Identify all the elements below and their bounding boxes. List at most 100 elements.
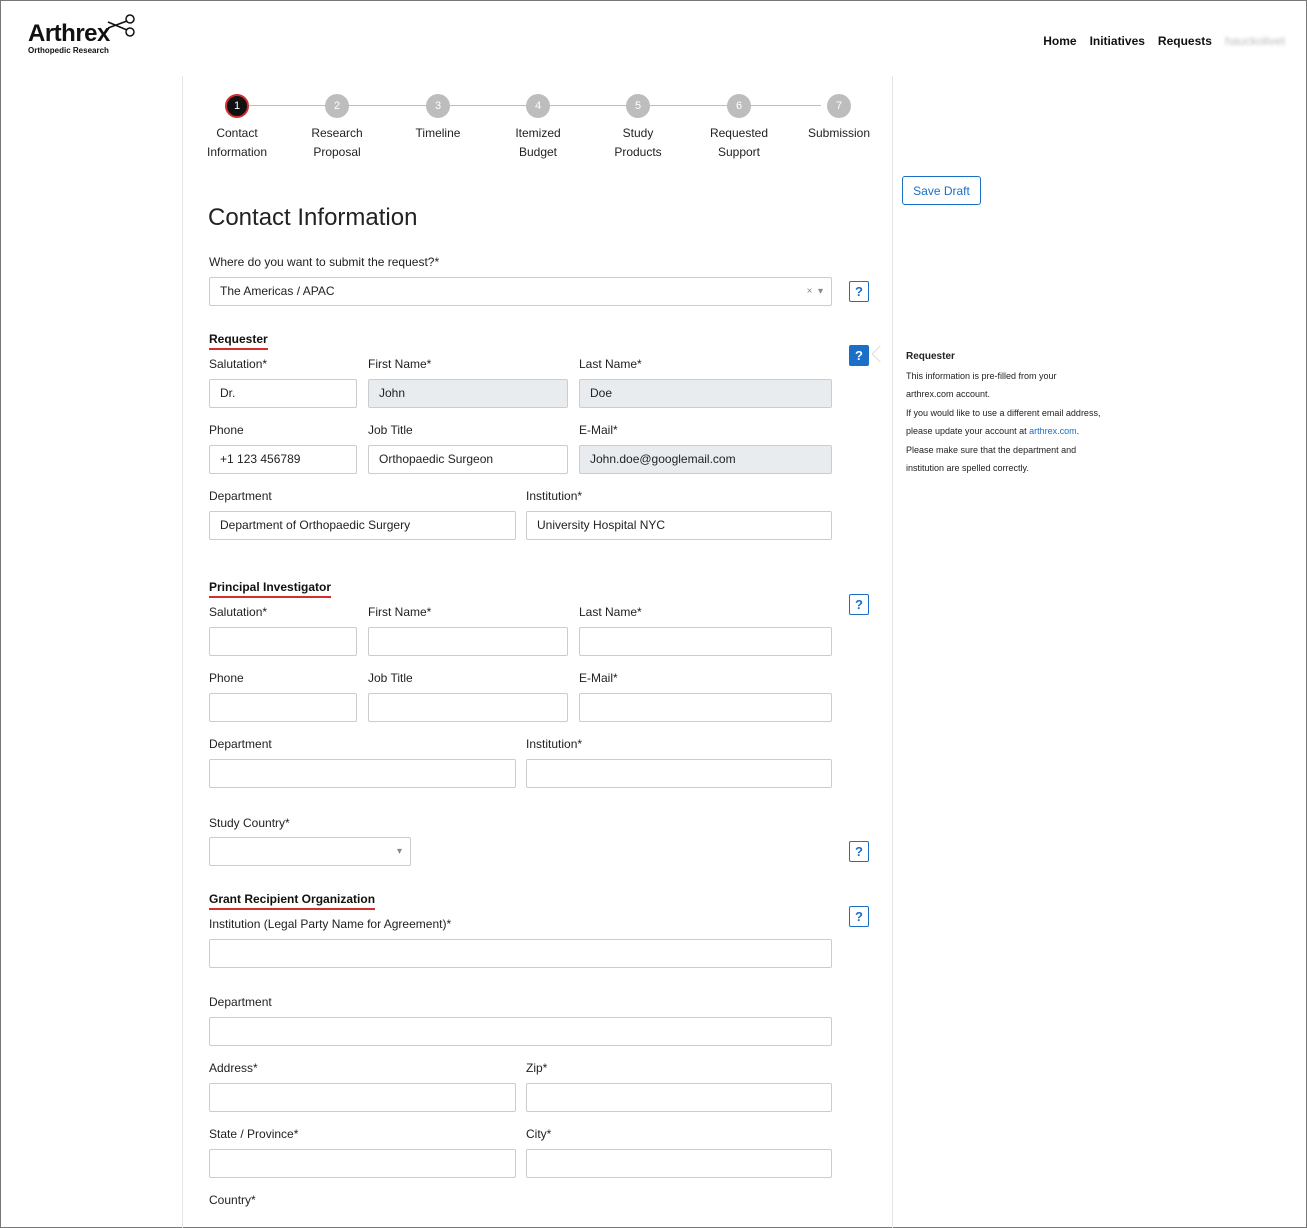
top-nav: Home Initiatives Requests hauckolivet bbox=[1043, 34, 1285, 48]
requester-heading: Requester bbox=[209, 332, 268, 350]
clear-icon[interactable]: × bbox=[807, 286, 813, 297]
tooltip-line: This information is pre-filled from your bbox=[906, 370, 1057, 381]
step-4-circle: 4 bbox=[526, 94, 550, 118]
requester-last-name-field: Doe bbox=[579, 379, 832, 408]
grant-state-label: State / Province* bbox=[209, 1127, 299, 1141]
step-1[interactable]: 1 Contact Information bbox=[192, 94, 282, 162]
pi-institution-field[interactable] bbox=[526, 759, 832, 788]
pi-heading: Principal Investigator bbox=[209, 580, 332, 598]
nav-initiatives[interactable]: Initiatives bbox=[1090, 34, 1145, 48]
pi-job-title-label: Job Title bbox=[368, 671, 413, 685]
pi-last-name-label: Last Name* bbox=[579, 605, 642, 619]
requester-phone-label: Phone bbox=[209, 423, 244, 437]
step-4[interactable]: 4 Itemized Budget bbox=[493, 94, 583, 162]
grant-help-button[interactable]: ? bbox=[849, 906, 869, 927]
tooltip-text: . bbox=[1076, 426, 1080, 436]
region-select-controls: × ▾ bbox=[807, 278, 823, 305]
step-3[interactable]: 3 Timeline bbox=[393, 94, 483, 143]
nav-requests[interactable]: Requests bbox=[1158, 34, 1212, 48]
pi-phone-label: Phone bbox=[209, 671, 244, 685]
requester-tooltip: Requester This information is pre-filled… bbox=[906, 348, 1146, 478]
logo-wordmark: Arthrex bbox=[28, 20, 110, 47]
pi-salutation-label: Salutation* bbox=[209, 605, 268, 619]
pi-email-label: E-Mail* bbox=[579, 671, 618, 685]
pi-phone-field[interactable] bbox=[209, 693, 357, 722]
pi-department-field[interactable] bbox=[209, 759, 516, 788]
pi-department-label: Department bbox=[209, 737, 272, 751]
arthrex-logo[interactable]: Arthrex Orthopedic Research bbox=[28, 14, 135, 55]
requester-job-title-field[interactable]: Orthopaedic Surgeon bbox=[368, 445, 568, 474]
requester-first-name-label: First Name* bbox=[368, 357, 432, 371]
grant-department-field[interactable] bbox=[209, 1017, 832, 1046]
pi-last-name-field[interactable] bbox=[579, 627, 832, 656]
tooltip-line: institution are spelled correctly. bbox=[906, 463, 1029, 473]
chevron-down-icon: ▾ bbox=[396, 846, 402, 857]
requester-salutation-label: Salutation* bbox=[209, 357, 268, 371]
step-6-label: Requested Support bbox=[709, 126, 769, 159]
requester-email-label: E-Mail* bbox=[579, 423, 618, 437]
study-country-label: Study Country* bbox=[209, 816, 290, 830]
pi-job-title-field[interactable] bbox=[368, 693, 568, 722]
step-5-circle: 5 bbox=[626, 94, 650, 118]
grant-zip-label: Zip* bbox=[526, 1061, 548, 1075]
study-country-help-button[interactable]: ? bbox=[849, 841, 869, 862]
step-2-label: Research Proposal bbox=[311, 126, 363, 159]
logo-subtitle: Orthopedic Research bbox=[28, 46, 109, 55]
grant-institution-field[interactable] bbox=[209, 939, 832, 968]
step-3-label: Timeline bbox=[415, 126, 461, 140]
requester-institution-field[interactable]: University Hospital NYC bbox=[526, 511, 832, 540]
grant-address-field[interactable] bbox=[209, 1083, 516, 1112]
tooltip-text: please update your account at bbox=[906, 426, 1030, 436]
requester-department-label: Department bbox=[209, 489, 272, 503]
tooltip-line: If you would like to use a different ema… bbox=[906, 407, 1101, 418]
requester-institution-label: Institution* bbox=[526, 489, 583, 503]
grant-institution-label: Institution (Legal Party Name for Agreem… bbox=[209, 917, 452, 931]
requester-job-title-label: Job Title bbox=[368, 423, 413, 437]
region-label: Where do you want to submit the request?… bbox=[209, 255, 440, 269]
step-2[interactable]: 2 Research Proposal bbox=[292, 94, 382, 162]
tooltip-line: please update your account at arthrex.co… bbox=[906, 422, 1146, 441]
pi-salutation-field[interactable] bbox=[209, 627, 357, 656]
pi-institution-label: Institution* bbox=[526, 737, 583, 751]
grant-heading: Grant Recipient Organization bbox=[209, 892, 376, 910]
step-7-circle: 7 bbox=[827, 94, 851, 118]
grant-city-field[interactable] bbox=[526, 1149, 832, 1178]
step-2-circle: 2 bbox=[325, 94, 349, 118]
requester-help-button[interactable]: ? bbox=[849, 345, 869, 366]
grant-state-field[interactable] bbox=[209, 1149, 516, 1178]
step-4-label: Itemized Budget bbox=[515, 126, 561, 159]
tooltip-line: Please make sure that the department and bbox=[906, 444, 1077, 455]
region-value: The Americas / APAC bbox=[220, 284, 335, 298]
grant-address-label: Address* bbox=[209, 1061, 258, 1075]
step-6[interactable]: 6 Requested Support bbox=[694, 94, 784, 162]
step-1-circle: 1 bbox=[225, 94, 249, 118]
pi-email-field[interactable] bbox=[579, 693, 832, 722]
requester-phone-field[interactable]: +1 123 456789 bbox=[209, 445, 357, 474]
requester-department-field[interactable]: Department of Orthopaedic Surgery bbox=[209, 511, 516, 540]
region-select[interactable]: The Americas / APAC × ▾ bbox=[209, 277, 832, 306]
tooltip-title: Requester bbox=[906, 351, 955, 362]
grant-country-label: Country* bbox=[209, 1193, 256, 1207]
pi-first-name-label: First Name* bbox=[368, 605, 432, 619]
progress-stepper: 1 Contact Information 2 Research Proposa… bbox=[183, 94, 894, 184]
user-menu[interactable]: hauckolivet bbox=[1225, 34, 1285, 48]
step-7-label: Submission bbox=[807, 126, 871, 140]
requester-email-field: John.doe@googlemail.com bbox=[579, 445, 832, 474]
study-country-select[interactable]: ▾ bbox=[209, 837, 411, 866]
tooltip-line: arthrex.com account. bbox=[906, 389, 991, 399]
step-5[interactable]: 5 Study Products bbox=[593, 94, 683, 162]
grant-zip-field[interactable] bbox=[526, 1083, 832, 1112]
step-5-label: Study Products bbox=[614, 126, 662, 159]
step-3-circle: 3 bbox=[426, 94, 450, 118]
step-7[interactable]: 7 Submission bbox=[794, 94, 884, 143]
step-1-label: Contact Information bbox=[206, 126, 268, 159]
pi-help-button[interactable]: ? bbox=[849, 594, 869, 615]
arthrex-account-link[interactable]: arthrex.com bbox=[1029, 426, 1077, 436]
nav-home[interactable]: Home bbox=[1043, 34, 1076, 48]
region-help-button[interactable]: ? bbox=[849, 281, 869, 302]
grant-department-label: Department bbox=[209, 995, 272, 1009]
pi-first-name-field[interactable] bbox=[368, 627, 568, 656]
save-draft-button[interactable]: Save Draft bbox=[902, 176, 981, 205]
requester-salutation-field[interactable]: Dr. bbox=[209, 379, 357, 408]
chevron-down-icon[interactable]: ▾ bbox=[818, 286, 823, 297]
